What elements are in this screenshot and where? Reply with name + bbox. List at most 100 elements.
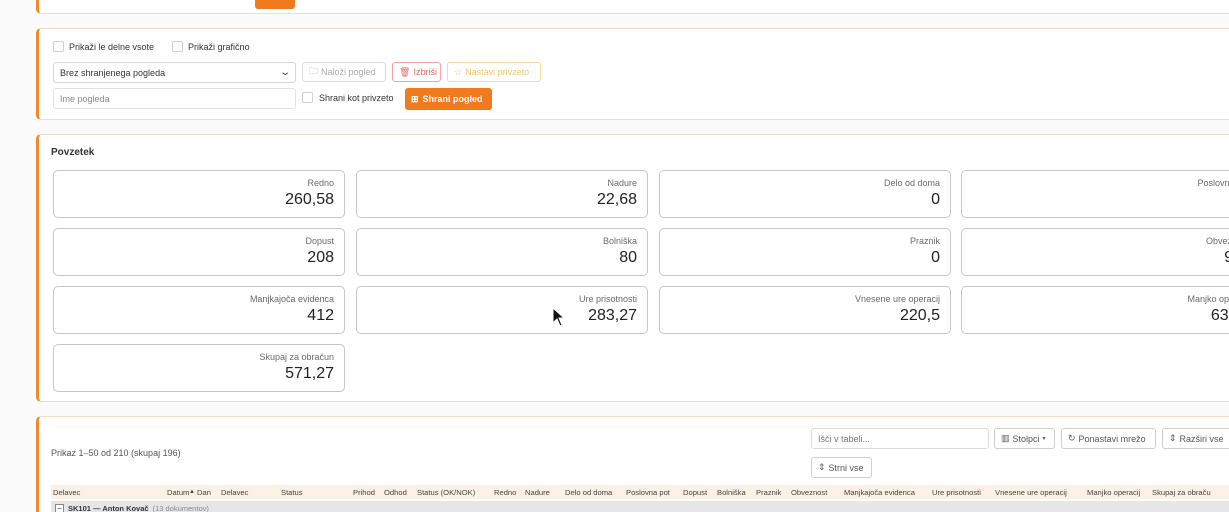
column-header[interactable]: Dopust	[683, 488, 707, 497]
summary-tile-value: 283,27	[588, 307, 637, 324]
summary-tile-label: Obvezno	[1205, 236, 1229, 246]
reset-grid-label: Ponastavi mrežo	[1078, 433, 1146, 444]
summary-tile: Ure prisotnosti 283,27	[356, 286, 648, 334]
summary-tile-label: Vnesene ure operacij	[854, 294, 940, 304]
summary-tile-value: 0	[931, 191, 940, 208]
delete-label: Izbriši	[413, 67, 437, 77]
column-header[interactable]: Praznik	[756, 488, 781, 497]
summary-tile-label: Manjkajoča evidenca	[249, 294, 334, 304]
group-title: SK101 — Anton Kovač	[68, 503, 149, 512]
column-header[interactable]: Delavec	[53, 488, 80, 497]
columns-icon: ▥	[1001, 433, 1010, 443]
column-header[interactable]: Dan	[197, 488, 211, 497]
expand-icon: ⇕	[1169, 433, 1177, 443]
summary-tile-label: Manjko opera	[1187, 294, 1229, 304]
load-view-label: Naloži pogled	[321, 67, 376, 77]
summary-tile-value: 260,58	[285, 191, 334, 208]
folder-icon: 🗀	[309, 66, 319, 76]
caret-down-icon: ▾	[1042, 436, 1046, 442]
trash-icon: 🗑	[399, 66, 411, 77]
summary-tile: Poslovna p	[961, 170, 1229, 218]
summary-tile-value: 220,5	[899, 307, 940, 324]
table-search-input[interactable]: Išči v tabeli...	[811, 428, 989, 449]
save-as-favorite-option: Shrani kot privzeto	[302, 92, 394, 103]
column-header[interactable]: Obveznost	[791, 488, 827, 497]
mouse-cursor-icon	[552, 307, 566, 327]
column-header[interactable]: Datum	[167, 488, 189, 497]
column-header[interactable]: Odhod	[384, 488, 407, 497]
summary-tile: Delo od doma 0	[659, 170, 951, 218]
saved-view-select[interactable]: Brez shranjenega pogleda ⌄	[53, 62, 296, 83]
save-as-favorite-label: Shrani kot privzeto	[319, 92, 394, 103]
group-count: (13 dokumentov)	[152, 503, 209, 512]
save-view-label: Shrani pogled	[422, 94, 483, 104]
column-header[interactable]: Bolniška	[717, 488, 746, 497]
summary-tile-label: Dopust	[305, 236, 334, 246]
summary-tile-label: Bolniška	[602, 236, 637, 246]
save-view-button[interactable]: ⊞ Shrani pogled	[405, 88, 492, 110]
view-name-input[interactable]: Ime pogleda	[53, 88, 296, 109]
sort-asc-icon: ▲	[189, 489, 195, 495]
load-view-button[interactable]: 🗀 Naloži pogled	[302, 62, 386, 82]
summary-tile: Skupaj za obračun 571,27	[53, 344, 345, 392]
show-graphic-label: Prikaži grafično	[188, 41, 250, 52]
apply-button[interactable]	[255, 0, 295, 9]
table-header: Delavec Datum ▲ Dan Delavec Status Prihod Odhod…	[51, 485, 1229, 499]
group-row[interactable]: − SK101 — Anton Kovač (13 dokumentov)	[51, 501, 1229, 512]
summary-tile-value: 412	[307, 307, 334, 324]
summary-tile: Obvezno 97	[961, 228, 1229, 276]
set-favorite-button[interactable]: ☆ Nastavi privzeto	[447, 62, 541, 82]
summary-tile-label: Delo od doma	[883, 178, 940, 188]
column-header[interactable]: Ure prisotnosti	[932, 488, 981, 497]
summary-tile-label: Poslovna p	[1197, 178, 1229, 188]
refresh-icon: ↻	[1068, 433, 1076, 443]
summary-card: Povzetek Redno 260,58 Nadure 22,68 Delo od d…	[36, 134, 1229, 402]
summary-tile-label: Nadure	[607, 178, 637, 188]
column-header[interactable]: Skupaj za obraču	[1152, 488, 1211, 497]
show-sums-only-label: Prikaži le delne vsote	[69, 41, 155, 52]
summary-tile: Praznik 0	[659, 228, 951, 276]
summary-tile: Manjko opera 63,7	[961, 286, 1229, 334]
star-icon: ☆	[454, 66, 463, 77]
summary-tile-label: Redno	[307, 178, 334, 188]
column-header[interactable]: Prihod	[353, 488, 375, 497]
column-header[interactable]: Delo od doma	[565, 488, 612, 497]
show-sums-only-checkbox[interactable]	[53, 41, 64, 52]
saved-view-value: Brez shranjenega pogleda	[60, 67, 166, 78]
column-header[interactable]: Poslovna pot	[626, 488, 670, 497]
summary-tile: Dopust 208	[53, 228, 345, 276]
column-header[interactable]: Manjkajoča evidenca	[844, 488, 915, 497]
column-header[interactable]: Manjko operacij	[1087, 488, 1140, 497]
expand-all-label: Razširi vse	[1179, 433, 1224, 444]
column-header[interactable]: Delavec	[221, 488, 248, 497]
save-as-favorite-checkbox[interactable]	[302, 92, 313, 103]
summary-title: Povzetek	[51, 147, 95, 158]
summary-tile-value: 571,27	[285, 365, 334, 382]
column-header[interactable]: Status (OK/NOK)	[417, 488, 475, 497]
expand-all-button[interactable]: ⇕ Razširi vse	[1162, 428, 1229, 449]
summary-tile-label: Skupaj za obračun	[259, 352, 334, 362]
saved-view-card: Prikaži le delne vsote Prikaži grafično …	[36, 28, 1229, 120]
summary-tile-value: 97	[1224, 249, 1229, 266]
column-header[interactable]: Vnesene ure operacij	[995, 488, 1067, 497]
column-header[interactable]: Status	[281, 488, 303, 497]
summary-tile-value: 22,68	[596, 191, 637, 208]
save-icon: ⊞	[411, 93, 419, 104]
display-options: Prikaži le delne vsote Prikaži grafično	[53, 41, 250, 52]
reset-grid-button[interactable]: ↻ Ponastavi mrežo	[1061, 428, 1156, 449]
show-graphic-checkbox[interactable]	[172, 41, 184, 52]
columns-label: Stolpci	[1012, 433, 1040, 444]
filter-card	[36, 0, 1229, 14]
summary-tile-label: Praznik	[909, 236, 940, 246]
summary-tile: Redno 260,58	[53, 170, 345, 218]
collapse-all-label: Strni vse	[828, 462, 864, 473]
delete-view-button[interactable]: 🗑 Izbriši	[392, 62, 441, 82]
summary-tile: Vnesene ure operacij 220,5	[659, 286, 951, 334]
column-header[interactable]: Redno	[494, 488, 516, 497]
summary-tile: Manjkajoča evidenca 412	[53, 286, 345, 334]
collapse-group-icon[interactable]: −	[55, 503, 64, 512]
columns-button[interactable]: ▥ Stolpci ▾	[994, 428, 1055, 449]
collapse-all-button[interactable]: ⇕ Strni vse	[811, 457, 872, 478]
summary-tile-value: 208	[307, 249, 334, 266]
column-header[interactable]: Nadure	[525, 488, 550, 497]
